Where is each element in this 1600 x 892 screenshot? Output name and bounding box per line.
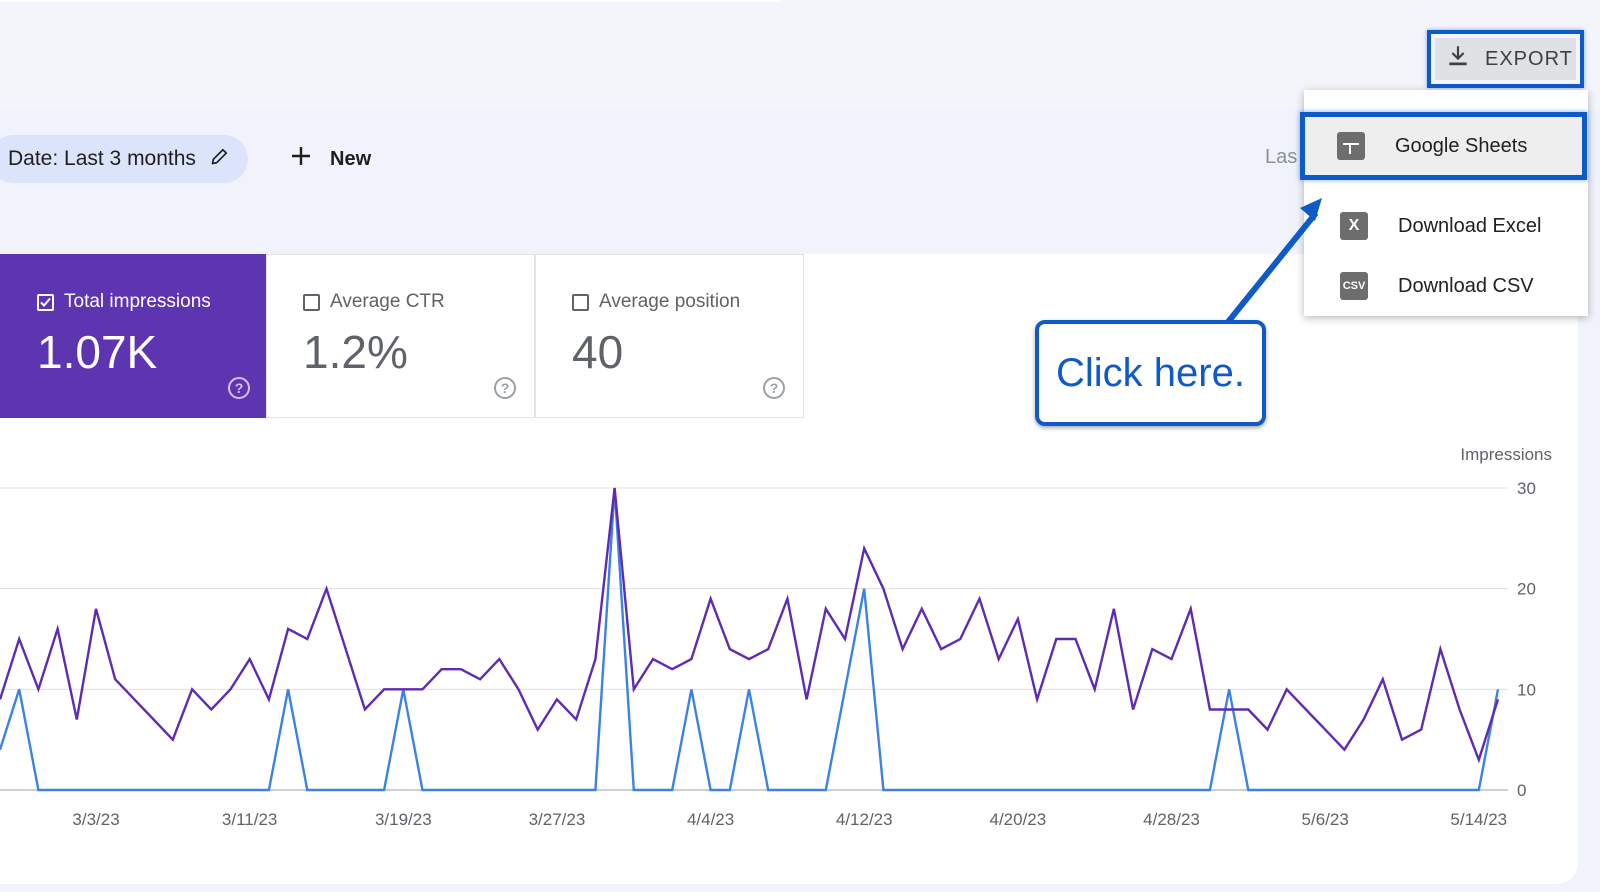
help-icon[interactable]: ? xyxy=(228,377,250,399)
x-tick-label: 5/6/23 xyxy=(1302,810,1349,829)
metric-label-row: Average position xyxy=(572,291,740,313)
metric-label-row: Total impressions xyxy=(37,291,211,313)
metric-label: Average position xyxy=(599,291,741,312)
metric-value: 40 xyxy=(572,326,624,378)
checkbox-icon[interactable] xyxy=(303,293,320,311)
checkbox-icon[interactable] xyxy=(572,293,589,311)
download-icon xyxy=(1445,43,1471,75)
click-here-callout: Click here. xyxy=(1035,320,1266,426)
menu-item-label: Google Sheets xyxy=(1395,134,1528,157)
export-highlight-box: EXPORT xyxy=(1427,30,1584,88)
menu-item-google-sheets[interactable]: Google Sheets xyxy=(1305,117,1582,175)
menu-item-label: Download CSV xyxy=(1398,274,1534,297)
y-tick-label: 0 xyxy=(1517,781,1526,800)
impressions-chart: 0 10 20 30 Impressions 3/3/23 3/11/23 3/19/23 3/… xyxy=(0,445,1552,829)
y-axis-label: Impressions xyxy=(1460,445,1552,464)
menu-item-download-excel[interactable]: X Download Excel xyxy=(1304,198,1588,254)
metric-card-total-impressions[interactable]: Total impressions 1.07K ? xyxy=(0,254,269,418)
x-tick-label: 3/19/23 xyxy=(375,810,432,829)
help-icon[interactable]: ? xyxy=(494,377,516,399)
csv-icon: CSV xyxy=(1340,272,1368,300)
series-line-secondary xyxy=(0,487,1500,792)
metric-value: 1.2% xyxy=(303,326,408,378)
date-filter-chip[interactable]: Date: Last 3 months xyxy=(0,135,248,183)
x-tick-label: 3/11/23 xyxy=(222,810,277,829)
plus-icon xyxy=(290,145,312,173)
series-line-primary xyxy=(0,487,1500,764)
export-button[interactable]: EXPORT xyxy=(1435,38,1576,80)
last-updated-partial: Las xyxy=(1265,146,1298,168)
metric-label-row: Average CTR xyxy=(303,291,445,313)
metric-card-average-position[interactable]: Average position 40 ? xyxy=(535,254,804,418)
x-tick-label: 4/20/23 xyxy=(990,810,1047,829)
export-label: EXPORT xyxy=(1485,47,1573,70)
metric-value: 1.07K xyxy=(37,326,158,378)
x-tick-label: 4/12/23 xyxy=(836,810,893,829)
excel-icon: X xyxy=(1340,212,1368,240)
google-sheets-icon xyxy=(1337,132,1365,160)
metric-label: Total impressions xyxy=(64,291,211,312)
date-filter-label: Date: Last 3 months xyxy=(8,147,196,170)
pencil-icon xyxy=(210,146,230,172)
top-divider xyxy=(0,0,780,2)
x-tick-label: 5/14/23 xyxy=(1450,810,1507,829)
new-filter-label: New xyxy=(330,147,372,170)
metric-card-average-ctr[interactable]: Average CTR 1.2% ? xyxy=(266,254,535,418)
menu-item-download-csv[interactable]: CSV Download CSV xyxy=(1304,258,1588,314)
help-icon[interactable]: ? xyxy=(763,377,785,399)
x-tick-label: 3/3/23 xyxy=(72,810,119,829)
x-tick-label: 4/28/23 xyxy=(1143,810,1200,829)
google-sheets-highlight-box: Google Sheets xyxy=(1300,112,1587,180)
x-tick-label: 3/27/23 xyxy=(529,810,586,829)
menu-item-label: Download Excel xyxy=(1398,214,1542,237)
metric-label: Average CTR xyxy=(330,291,445,312)
y-tick-label: 30 xyxy=(1517,479,1536,498)
checkbox-checked-icon[interactable] xyxy=(37,293,54,311)
y-tick-label: 10 xyxy=(1517,680,1536,699)
y-tick-label: 20 xyxy=(1517,580,1536,599)
x-tick-label: 4/4/23 xyxy=(687,810,734,829)
new-filter-button[interactable]: New xyxy=(290,140,371,178)
